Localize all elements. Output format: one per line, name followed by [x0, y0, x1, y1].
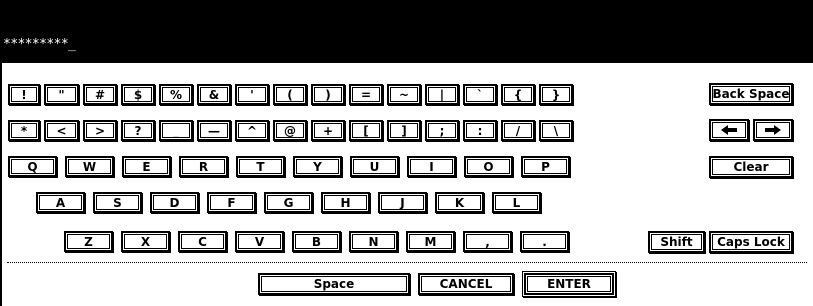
- key-less-than[interactable]: <: [44, 120, 79, 141]
- key-dash[interactable]: —: [197, 120, 231, 141]
- key-backtick[interactable]: `: [463, 84, 497, 105]
- backspace-button[interactable]: Back Space: [709, 83, 793, 105]
- key-semicolon[interactable]: ;: [425, 120, 459, 141]
- clear-button[interactable]: Clear: [709, 156, 793, 178]
- key-exclamation[interactable]: !: [8, 84, 40, 105]
- space-button[interactable]: Space: [258, 273, 410, 295]
- input-display-bar: *********_: [0, 0, 813, 63]
- key-g[interactable]: G: [264, 192, 313, 213]
- shift-button[interactable]: Shift: [648, 231, 705, 253]
- key-i[interactable]: I: [407, 156, 456, 177]
- key-percent[interactable]: %: [159, 84, 193, 105]
- key-colon[interactable]: :: [463, 120, 497, 141]
- key-right-brace[interactable]: }: [539, 84, 573, 105]
- key-double-quote[interactable]: ": [44, 84, 79, 105]
- cursor-right-button[interactable]: [753, 119, 793, 141]
- key-a[interactable]: A: [36, 192, 85, 213]
- key-l[interactable]: L: [492, 192, 541, 213]
- key-t[interactable]: T: [236, 156, 285, 177]
- key-m[interactable]: M: [406, 231, 455, 252]
- cancel-button[interactable]: CANCEL: [418, 273, 514, 295]
- key-right-bracket[interactable]: ]: [387, 120, 421, 141]
- key-x[interactable]: X: [121, 231, 170, 252]
- key-underscore[interactable]: _: [159, 120, 193, 141]
- key-equals[interactable]: =: [349, 84, 383, 105]
- password-input-field[interactable]: *********_: [3, 35, 76, 55]
- text-cursor: _: [68, 37, 76, 52]
- key-question[interactable]: ?: [121, 120, 155, 141]
- key-r[interactable]: R: [179, 156, 228, 177]
- left-edge-line: [0, 63, 2, 306]
- key-ampersand[interactable]: &: [197, 84, 231, 105]
- key-pipe[interactable]: |: [425, 84, 459, 105]
- key-slash[interactable]: /: [501, 120, 535, 141]
- key-e[interactable]: E: [122, 156, 171, 177]
- key-left-bracket[interactable]: [: [349, 120, 383, 141]
- divider-line: [7, 262, 807, 263]
- key-h[interactable]: H: [321, 192, 370, 213]
- masked-password-text: *********: [3, 37, 69, 52]
- key-p[interactable]: P: [521, 156, 570, 177]
- key-plus[interactable]: +: [311, 120, 345, 141]
- key-s[interactable]: S: [93, 192, 142, 213]
- key-caret[interactable]: ^: [235, 120, 269, 141]
- key-z[interactable]: Z: [64, 231, 113, 252]
- key-tilde[interactable]: ~: [387, 84, 421, 105]
- key-w[interactable]: W: [65, 156, 114, 177]
- key-dollar[interactable]: $: [121, 84, 155, 105]
- key-right-paren[interactable]: ): [311, 84, 345, 105]
- key-comma[interactable]: ,: [463, 231, 512, 252]
- arrow-left-icon: [721, 125, 737, 135]
- key-b[interactable]: B: [292, 231, 341, 252]
- key-asterisk[interactable]: *: [8, 120, 40, 141]
- key-v[interactable]: V: [235, 231, 284, 252]
- caps-lock-button[interactable]: Caps Lock: [709, 231, 793, 253]
- arrow-right-icon: [765, 125, 781, 135]
- key-left-paren[interactable]: (: [273, 84, 307, 105]
- key-greater-than[interactable]: >: [83, 120, 117, 141]
- cursor-left-button[interactable]: [709, 119, 749, 141]
- key-at[interactable]: @: [273, 120, 307, 141]
- key-d[interactable]: D: [150, 192, 199, 213]
- key-f[interactable]: F: [207, 192, 256, 213]
- key-j[interactable]: J: [378, 192, 427, 213]
- key-q[interactable]: Q: [8, 156, 57, 177]
- key-backslash[interactable]: \: [539, 120, 573, 141]
- key-period[interactable]: .: [520, 231, 569, 252]
- key-o[interactable]: O: [464, 156, 513, 177]
- key-c[interactable]: C: [178, 231, 227, 252]
- key-n[interactable]: N: [349, 231, 398, 252]
- enter-button[interactable]: ENTER: [524, 273, 614, 295]
- key-apostrophe[interactable]: ': [235, 84, 269, 105]
- key-k[interactable]: K: [435, 192, 484, 213]
- key-hash[interactable]: #: [83, 84, 117, 105]
- key-y[interactable]: Y: [293, 156, 342, 177]
- key-u[interactable]: U: [350, 156, 399, 177]
- key-left-brace[interactable]: {: [501, 84, 535, 105]
